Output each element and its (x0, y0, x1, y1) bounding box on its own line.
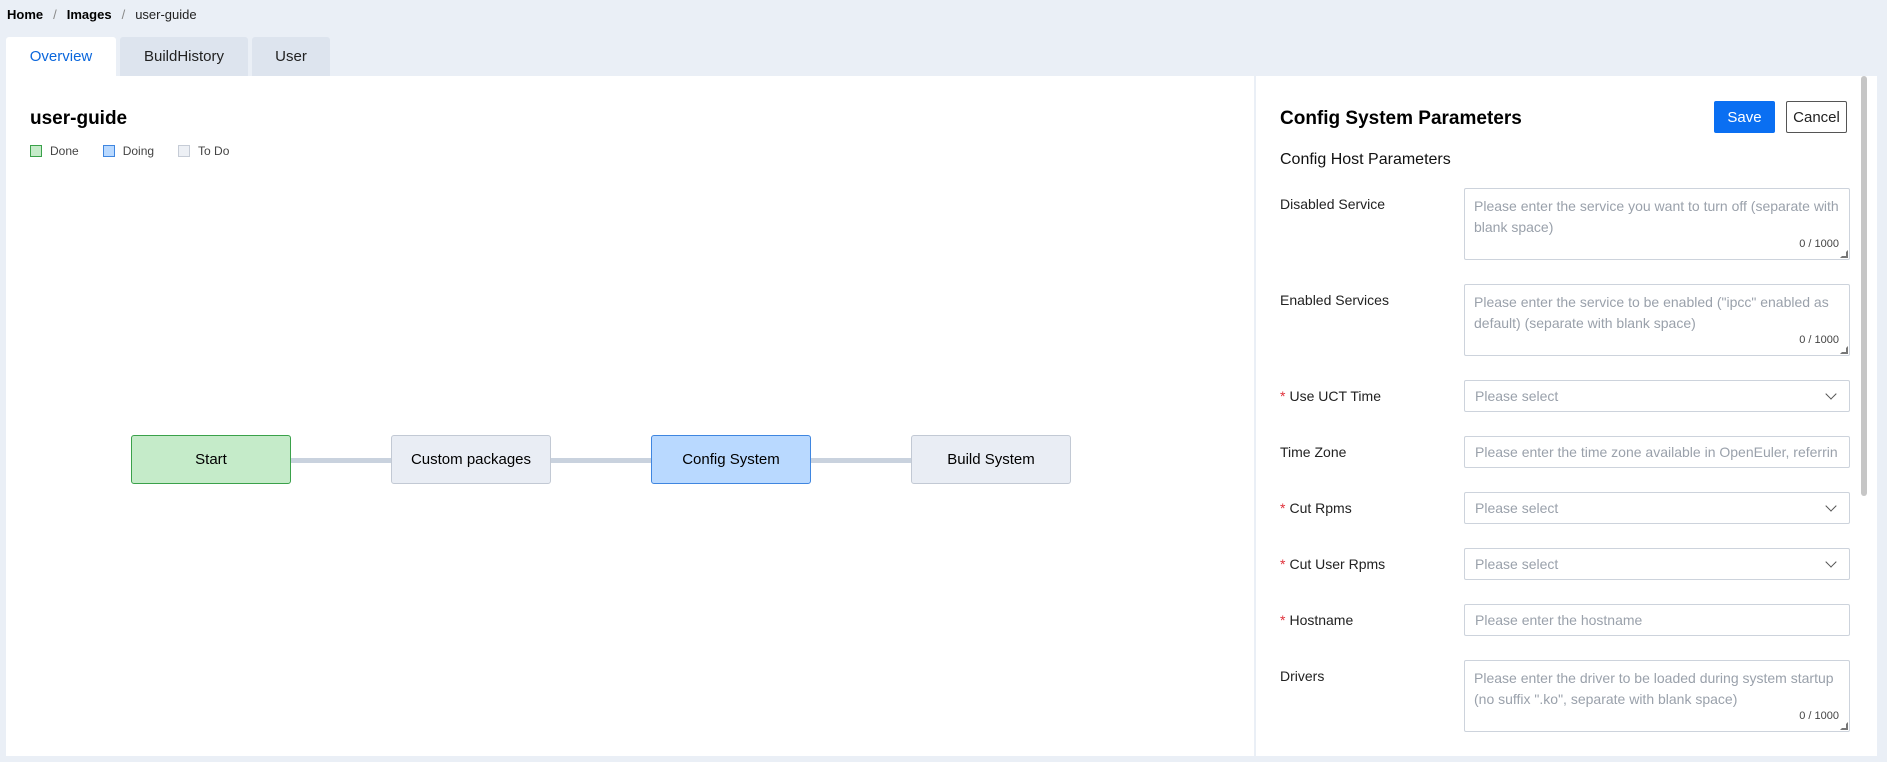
flow-node-start[interactable]: Start (131, 435, 291, 484)
config-subtitle: Config Host Parameters (1280, 151, 1451, 168)
resize-handle-icon[interactable] (1840, 722, 1848, 730)
build-flow-diagram: Start Custom packages Config System Buil… (6, 76, 1254, 756)
char-counter: 0 / 1000 (1799, 238, 1839, 250)
use-uct-time-select[interactable]: Please select (1464, 380, 1850, 412)
cut-rpms-select[interactable]: Please select (1464, 492, 1850, 524)
breadcrumb-separator: / (53, 6, 57, 22)
hostname-input[interactable]: Please enter the hostname (1464, 604, 1850, 636)
chevron-down-icon (1825, 500, 1837, 512)
cut-rpms-label: * Cut Rpms (1280, 500, 1352, 516)
resize-handle-icon[interactable] (1840, 250, 1848, 258)
chevron-down-icon (1825, 556, 1837, 568)
select-placeholder: Please select (1475, 500, 1559, 516)
label-text: Hostname (1289, 612, 1354, 628)
resize-handle-icon[interactable] (1840, 346, 1848, 354)
placeholder-text: Please enter the driver to be loaded dur… (1474, 670, 1834, 707)
label-text: Use UCT Time (1289, 388, 1381, 404)
chevron-down-icon (1825, 388, 1837, 400)
flow-connector (811, 458, 913, 463)
required-mark: * (1280, 612, 1286, 628)
time-zone-label: Time Zone (1280, 444, 1347, 460)
disabled-service-textarea[interactable]: Please enter the service you want to tur… (1464, 188, 1850, 260)
tab-bar: Overview BuildHistory User (6, 37, 334, 76)
required-mark: * (1280, 500, 1286, 516)
disabled-service-label: Disabled Service (1280, 196, 1386, 212)
use-uct-time-label: * Use UCT Time (1280, 388, 1381, 404)
breadcrumb: Home / Images / user-guide (7, 6, 197, 22)
cut-user-rpms-select[interactable]: Please select (1464, 548, 1850, 580)
placeholder-text: Please enter the hostname (1475, 612, 1643, 628)
save-button[interactable]: Save (1714, 101, 1775, 133)
breadcrumb-separator: / (121, 6, 126, 22)
label-text: Cut Rpms (1289, 500, 1352, 516)
config-panel: Config System Parameters Save Cancel Con… (1256, 76, 1877, 756)
cancel-button[interactable]: Cancel (1786, 101, 1847, 133)
enabled-services-textarea[interactable]: Please enter the service to be enabled (… (1464, 284, 1850, 356)
select-placeholder: Please select (1475, 388, 1559, 404)
hostname-label: * Hostname (1280, 612, 1353, 628)
drivers-textarea[interactable]: Please enter the driver to be loaded dur… (1464, 660, 1850, 732)
breadcrumb-images-link[interactable]: Images (67, 7, 112, 22)
select-placeholder: Please select (1475, 556, 1559, 572)
flow-node-build-system[interactable]: Build System (911, 435, 1071, 484)
breadcrumb-current: user-guide (135, 6, 197, 22)
placeholder-text: Please enter the service to be enabled (… (1474, 294, 1829, 331)
drivers-label: Drivers (1280, 668, 1325, 684)
overview-panel: user-guide Done Doing To Do Start Custom… (6, 76, 1254, 756)
breadcrumb-home-link[interactable]: Home (7, 7, 43, 22)
flow-node-custom-packages[interactable]: Custom packages (391, 435, 551, 484)
flow-connector (290, 458, 392, 463)
config-title: Config System Parameters (1280, 108, 1522, 129)
tab-overview[interactable]: Overview (6, 37, 116, 76)
required-mark: * (1280, 556, 1286, 572)
tab-buildhistory[interactable]: BuildHistory (120, 37, 248, 76)
enabled-services-label: Enabled Services (1280, 292, 1389, 308)
flow-connector (551, 458, 653, 463)
label-text: Cut User Rpms (1289, 556, 1386, 572)
placeholder-text: Please enter the service you want to tur… (1474, 198, 1839, 235)
placeholder-text: Please enter the time zone available in … (1475, 444, 1838, 460)
tab-user[interactable]: User (252, 37, 330, 76)
required-mark: * (1280, 388, 1286, 404)
panel-scrollbar[interactable] (1861, 76, 1867, 496)
cut-user-rpms-label: * Cut User Rpms (1280, 556, 1385, 572)
flow-node-config-system[interactable]: Config System (651, 435, 811, 484)
char-counter: 0 / 1000 (1799, 334, 1839, 346)
time-zone-input[interactable]: Please enter the time zone available in … (1464, 436, 1850, 468)
char-counter: 0 / 1000 (1799, 710, 1839, 722)
